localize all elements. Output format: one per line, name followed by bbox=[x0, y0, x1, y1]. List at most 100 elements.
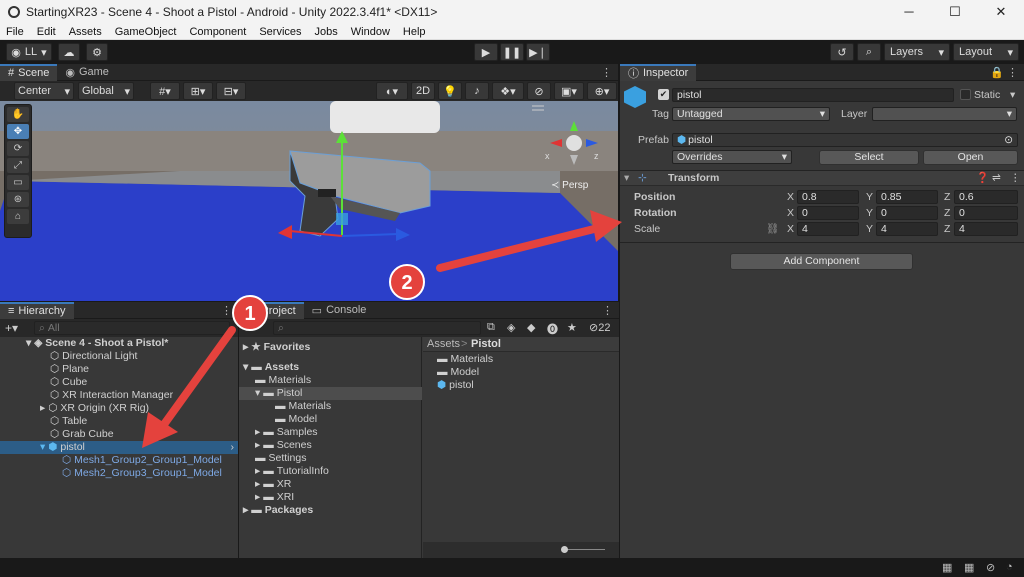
more-options-icon[interactable]: ⋮ bbox=[601, 66, 612, 79]
rotation-z-field[interactable]: 0 bbox=[954, 206, 1018, 220]
menu-jobs[interactable]: Jobs bbox=[315, 26, 338, 38]
position-y-field[interactable]: 0.85 bbox=[876, 190, 938, 204]
play-button[interactable]: ▶ bbox=[474, 43, 498, 61]
slider-handle[interactable] bbox=[561, 546, 568, 553]
menu-gameobject[interactable]: GameObject bbox=[115, 26, 177, 38]
breadcrumb-current[interactable]: Pistol bbox=[471, 338, 501, 350]
hidden-packages-icon[interactable]: ⊘22 bbox=[589, 321, 610, 334]
rotation-x-field[interactable]: 0 bbox=[797, 206, 859, 220]
tree-folder[interactable]: ▸ ▬ Samples bbox=[255, 426, 318, 439]
more-options-icon[interactable]: ⋮ bbox=[1007, 66, 1018, 79]
tag-dropdown[interactable]: Untagged ▾ bbox=[672, 107, 830, 121]
close-button[interactable]: ✕ bbox=[978, 0, 1024, 24]
list-item[interactable]: ⬡ Mesh2_Group3_Group1_Model bbox=[62, 467, 222, 480]
layers-dropdown[interactable]: Layers ▾ bbox=[884, 43, 950, 61]
constrain-proportions-icon[interactable]: ⛓ bbox=[766, 222, 779, 236]
list-item[interactable]: ⬡ Mesh1_Group2_Group1_Model bbox=[62, 454, 222, 467]
cloud-icon[interactable]: ☁ bbox=[58, 43, 80, 61]
list-item[interactable]: ⬡ Cube bbox=[50, 376, 87, 389]
list-item[interactable]: ⬡ Plane bbox=[50, 363, 89, 376]
tab-scene[interactable]: # Scene bbox=[0, 63, 58, 81]
static-dropdown-icon[interactable]: ▾ bbox=[1010, 88, 1015, 102]
search-icon[interactable]: ⌕ bbox=[857, 43, 881, 61]
open-prefab-button[interactable]: Open bbox=[923, 150, 1018, 165]
tree-folder[interactable]: ▸ ▬ Scenes bbox=[255, 439, 312, 452]
space-dropdown[interactable]: Global ▾ bbox=[78, 82, 134, 100]
breadcrumb-root[interactable]: Assets bbox=[427, 338, 460, 350]
transform-header[interactable]: ▾ ⊹ Transform ❓ ⇌ ⋮ bbox=[620, 170, 1024, 186]
scene-viewport[interactable]: x z ≺ Persp bbox=[0, 101, 618, 301]
tab-hierarchy[interactable]: ≡ Hierarchy bbox=[0, 301, 74, 319]
toggle-2d-button[interactable]: 2D bbox=[411, 82, 435, 100]
tree-folder-selected[interactable]: ▾ ▬ Pistol bbox=[239, 387, 422, 400]
tree-folder[interactable]: ▬ Materials bbox=[275, 400, 331, 413]
more-options-icon[interactable]: ⋮ bbox=[602, 304, 613, 317]
history-icon[interactable]: ↺ bbox=[830, 43, 854, 61]
gizmos-icon[interactable]: ⊕▾ bbox=[587, 82, 617, 100]
hand-tool-icon[interactable]: ✋ bbox=[7, 107, 29, 122]
icon-size-slider[interactable] bbox=[563, 549, 605, 550]
filter-icon[interactable]: ◈ bbox=[507, 321, 515, 334]
notification-icon[interactable]: ◔ bbox=[1006, 561, 1013, 573]
menu-edit[interactable]: Edit bbox=[37, 26, 56, 38]
progress-icon[interactable]: ▦ bbox=[964, 561, 974, 574]
grid-visibility-icon[interactable]: ⊞▾ bbox=[183, 82, 213, 100]
layout-dropdown[interactable]: Layout ▾ bbox=[953, 43, 1019, 61]
audio-icon[interactable]: ♪ bbox=[465, 82, 489, 100]
preset-icon[interactable]: ⇌ bbox=[992, 171, 1001, 185]
scale-x-field[interactable]: 4 bbox=[797, 222, 859, 236]
effects-icon[interactable]: ❖▾ bbox=[492, 82, 524, 100]
lock-icon[interactable]: 🔒 bbox=[990, 66, 1004, 79]
hierarchy-search-input[interactable]: ⌕ All bbox=[34, 321, 230, 335]
rotate-tool-icon[interactable]: ⟳ bbox=[7, 141, 29, 156]
position-x-field[interactable]: 0.8 bbox=[797, 190, 859, 204]
tab-game[interactable]: ◉ Game bbox=[57, 64, 117, 81]
tree-folder[interactable]: ▸ ▬ XRI bbox=[255, 491, 294, 504]
maximize-button[interactable]: ☐ bbox=[932, 0, 978, 24]
static-checkbox[interactable] bbox=[960, 89, 971, 100]
object-name-field[interactable]: pistol bbox=[672, 88, 954, 102]
camera-icon[interactable]: ▣▾ bbox=[554, 82, 584, 100]
menu-assets[interactable]: Assets bbox=[69, 26, 102, 38]
scene-root[interactable]: ▾ ◈ Scene 4 - Shoot a Pistol* bbox=[26, 337, 168, 350]
active-checkbox[interactable]: ✔ bbox=[658, 89, 669, 100]
debug-icon[interactable]: ▦ bbox=[942, 561, 952, 574]
favorite-star-icon[interactable]: ★ bbox=[567, 321, 577, 334]
collab-icon[interactable]: ⚙ bbox=[86, 43, 108, 61]
rect-tool-icon[interactable]: ▭ bbox=[7, 175, 29, 190]
transform-tool-icon[interactable]: ⊛ bbox=[7, 192, 29, 207]
menu-window[interactable]: Window bbox=[351, 26, 390, 38]
cache-icon[interactable]: ⊘ bbox=[986, 561, 995, 574]
lighting-icon[interactable]: 💡 bbox=[438, 82, 462, 100]
add-component-button[interactable]: Add Component bbox=[730, 253, 913, 270]
assets-node[interactable]: ▾ ▬ Assets bbox=[243, 361, 299, 374]
more-options-icon[interactable]: ⋮ bbox=[1010, 171, 1021, 185]
prefab-field[interactable]: ⬢ pistol ⊙ bbox=[672, 133, 1018, 147]
pause-button[interactable]: ❚❚ bbox=[500, 43, 524, 61]
account-dropdown[interactable]: ◉ LL ▾ bbox=[6, 43, 52, 61]
collapse-icon[interactable]: ▾ bbox=[624, 171, 629, 185]
list-item[interactable]: ▸ ⬡ XR Origin (XR Rig) bbox=[40, 402, 149, 415]
menu-component[interactable]: Component bbox=[189, 26, 246, 38]
list-item-selected[interactable]: ▾ ⬢ pistol › bbox=[0, 441, 238, 454]
search-by-type-icon[interactable]: ⧉ bbox=[487, 321, 495, 334]
tree-folder[interactable]: ▬ Materials bbox=[255, 374, 311, 387]
more-options-icon[interactable]: ⋮ bbox=[221, 304, 232, 317]
tab-inspector[interactable]: ⓘ Inspector bbox=[620, 63, 697, 81]
scale-tool-icon[interactable]: ⤢ bbox=[7, 158, 29, 173]
menu-services[interactable]: Services bbox=[259, 26, 301, 38]
tab-console[interactable]: ▭ Console bbox=[304, 302, 375, 319]
increment-snap-icon[interactable]: ⊟▾ bbox=[216, 82, 246, 100]
minimize-button[interactable]: ─ bbox=[886, 0, 932, 24]
scale-y-field[interactable]: 4 bbox=[876, 222, 938, 236]
pivot-dropdown[interactable]: Center ▾ bbox=[14, 82, 74, 100]
warning-icon[interactable]: ⓿ bbox=[547, 321, 558, 337]
position-z-field[interactable]: 0.6 bbox=[954, 190, 1018, 204]
layer-dropdown[interactable]: ▾ bbox=[872, 107, 1017, 121]
shading-mode-icon[interactable]: ◐▾ bbox=[376, 82, 408, 100]
packages-node[interactable]: ▸ ▬ Packages bbox=[243, 504, 313, 517]
label-icon[interactable]: ◆ bbox=[527, 321, 535, 334]
file-item[interactable]: ▬ Materials bbox=[437, 353, 493, 366]
grid-snap-icon[interactable]: #▾ bbox=[150, 82, 180, 100]
select-prefab-button[interactable]: Select bbox=[819, 150, 919, 165]
